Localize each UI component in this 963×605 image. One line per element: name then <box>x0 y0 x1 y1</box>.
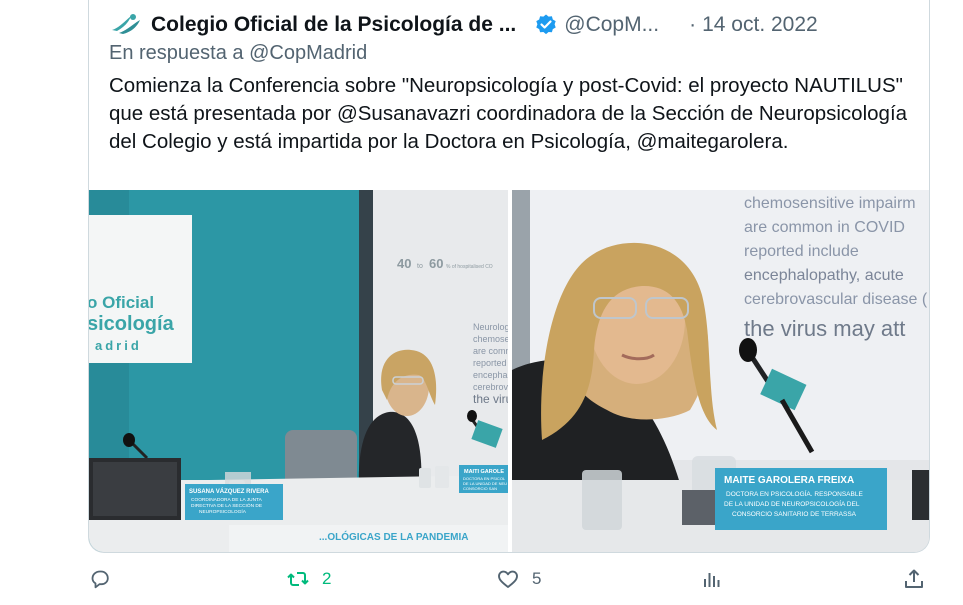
slide-word: cerebrova <box>473 382 508 392</box>
separator-dot: · <box>689 13 697 36</box>
wall-sign-line-1: o Oficial <box>89 293 154 312</box>
quoted-tweet-card[interactable]: Colegio Oficial de la Psicología de ... … <box>88 0 930 553</box>
svg-text:NEUROPSICOLOGÍA: NEUROPSICOLOGÍA <box>199 508 247 515</box>
author-name[interactable]: Colegio Oficial de la Psicología de ... <box>151 13 516 37</box>
svg-text:MAITE GAROLERA FREIXA: MAITE GAROLERA FREIXA <box>724 475 854 486</box>
photo-left-scene: o Oficial sicología adrid 40 to 60 % of … <box>89 190 508 552</box>
svg-text:CONSORCIO SAN: CONSORCIO SAN <box>463 486 497 491</box>
svg-text:DOCTORA EN PSICOLOGÍA. RESPONS: DOCTORA EN PSICOLOGÍA. RESPONSABLE <box>726 489 863 498</box>
author-handle[interactable]: @CopM... <box>564 13 659 37</box>
slide-word: are comn <box>473 346 508 356</box>
views-icon <box>704 573 720 587</box>
share-icon <box>905 569 923 588</box>
photo-conference-room[interactable]: o Oficial sicología adrid 40 to 60 % of … <box>89 190 508 552</box>
slide-small: % of hospitalised CO <box>446 264 493 270</box>
svg-text:MAITI GAROLE: MAITI GAROLE <box>464 469 504 475</box>
slide-line: cerebrovascular disease ( <box>744 291 928 308</box>
slide-line: encephalopathy, acute <box>744 267 904 284</box>
pandemic-banner: ...OLÓGICAS DE LA PANDEMIA <box>319 530 468 543</box>
tweet-date[interactable]: 14 oct. 2022 <box>702 13 818 37</box>
slide-word: Neurolog <box>473 322 508 332</box>
tweet-header: Colegio Oficial de la Psicología de ... … <box>109 10 909 40</box>
name-card-garolera: MAITE GAROLERA FREIXA DOCTORA EN PSICOLO… <box>715 468 887 530</box>
slide-to: to <box>417 263 423 270</box>
slide-line: are common in COVID <box>744 219 905 236</box>
retweet-count: 2 <box>322 569 332 588</box>
svg-text:COORDINADORA DE LA JUNTA: COORDINADORA DE LA JUNTA <box>191 497 263 503</box>
slide-line: the virus may att <box>744 316 905 341</box>
retweet-button[interactable]: 2 <box>286 566 331 592</box>
logo-icon <box>109 12 143 38</box>
slide-word: encephalo <box>473 370 508 380</box>
svg-text:DIRECTIVA DE LA SECCIÓN DE: DIRECTIVA DE LA SECCIÓN DE <box>191 502 262 509</box>
tweet-media[interactable]: o Oficial sicología adrid 40 to 60 % of … <box>89 190 929 552</box>
slide-number: 40 <box>397 256 411 271</box>
wall-sign-line-2: sicología <box>89 313 175 335</box>
like-icon <box>498 570 518 588</box>
reply-icon <box>91 570 109 589</box>
retweet-icon <box>287 572 309 586</box>
verified-badge-icon <box>536 14 556 35</box>
tweet-actions: 2 5 <box>0 560 963 600</box>
slide-line: chemosensitive impairm <box>744 195 916 212</box>
share-button[interactable] <box>902 566 926 592</box>
slide-word: reported <box>473 358 507 368</box>
slide-number-2: 60 <box>429 256 443 271</box>
views-button[interactable] <box>700 566 724 592</box>
svg-text:SUSANA VÁZQUEZ RIVERA: SUSANA VÁZQUEZ RIVERA <box>189 488 269 495</box>
reply-button[interactable] <box>88 566 124 592</box>
tweet-text: Comienza la Conferencia sobre "Neuropsic… <box>109 74 908 153</box>
name-card-left: SUSANA VÁZQUEZ RIVERA COORDINADORA DE LA… <box>185 484 283 520</box>
slide-line: reported include <box>744 243 859 260</box>
svg-text:DE LA UNIDAD DE NEUROPSICOLOGÍ: DE LA UNIDAD DE NEUROPSICOLOGÍA DEL <box>724 499 860 508</box>
slide-word: chemosen <box>473 334 508 344</box>
photo-right-scene: chemosensitive impairm are common in COV… <box>512 190 929 552</box>
like-count: 5 <box>532 569 542 588</box>
name-card-right-partial: MAITI GAROLE DOCTORA EN PSICOL DE LA UNI… <box>459 465 508 493</box>
photo-speaker-closeup[interactable]: chemosensitive impairm are common in COV… <box>512 190 929 552</box>
reply-context[interactable]: En respuesta a @CopMadrid <box>109 42 367 65</box>
wall-sign-line-3: adrid <box>95 338 142 353</box>
svg-text:CONSORCIO SANITARIO DE TERRASS: CONSORCIO SANITARIO DE TERRASSA <box>732 511 857 518</box>
like-button[interactable]: 5 <box>496 566 541 592</box>
slide-word: the viru <box>473 392 508 406</box>
